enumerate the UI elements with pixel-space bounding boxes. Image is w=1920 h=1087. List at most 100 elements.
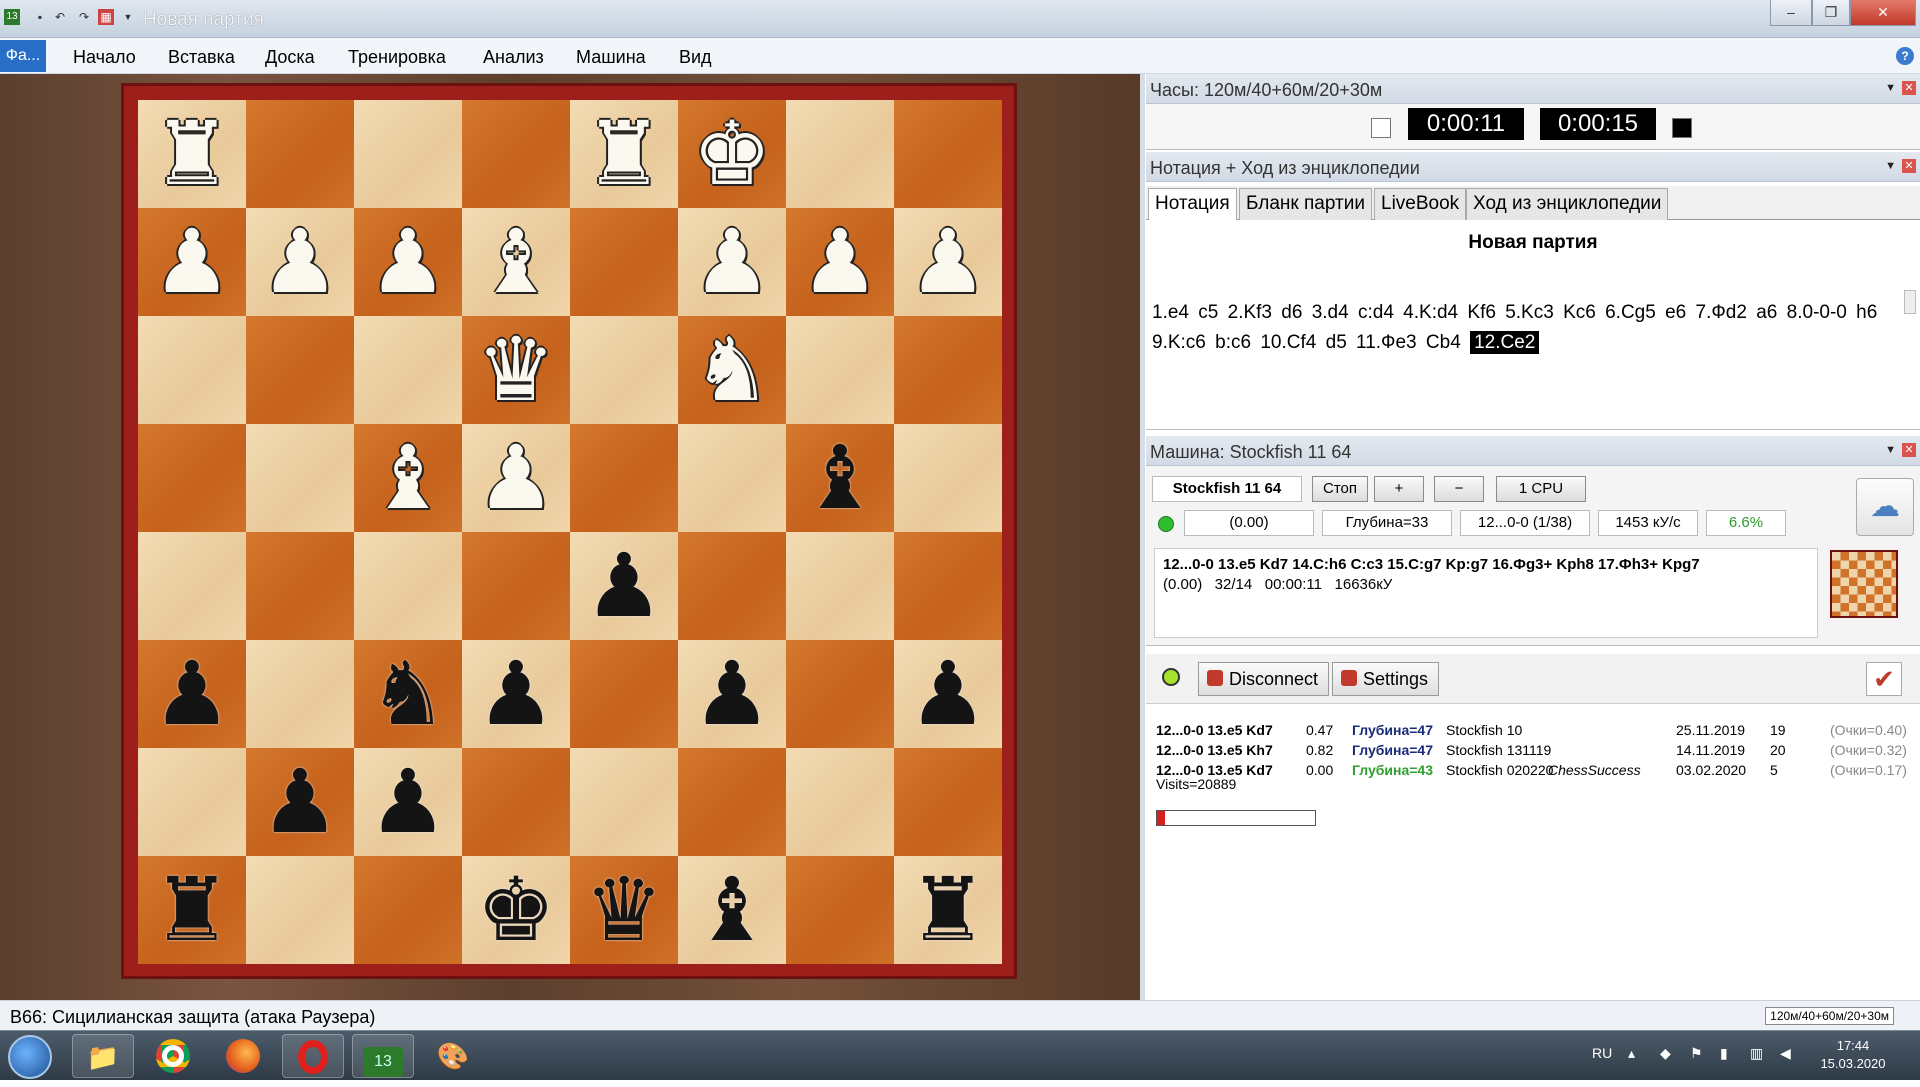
flag-icon[interactable]: ⚑ [1690, 1045, 1703, 1062]
board-square[interactable]: ♚ [462, 856, 570, 964]
move[interactable]: b:c6 [1215, 332, 1251, 353]
black-knight-piece[interactable]: ♞ [369, 650, 448, 738]
white-pawn-piece[interactable]: ♟ [477, 434, 556, 522]
white-rook-piece[interactable]: ♜ [153, 110, 232, 198]
maximize-button[interactable]: ❐ [1812, 0, 1850, 26]
white-pawn-piece[interactable]: ♟ [693, 218, 772, 306]
move[interactable]: 8.0-0-0 [1787, 302, 1847, 323]
white-pawn-piece[interactable]: ♟ [909, 218, 988, 306]
board-square[interactable]: ♛ [462, 316, 570, 424]
system-clock[interactable]: 17:44 15.03.2020 [1818, 1037, 1888, 1073]
white-knight-piece[interactable]: ♞ [693, 326, 772, 414]
board-square[interactable] [246, 856, 354, 964]
board-square[interactable]: ♟ [246, 748, 354, 856]
move[interactable]: 11.Фe3 [1356, 332, 1417, 353]
remove-line-button[interactable]: − [1434, 476, 1484, 502]
white-pawn-piece[interactable]: ♟ [153, 218, 232, 306]
tab-scoresheet[interactable]: Бланк партии [1239, 188, 1372, 220]
board-square[interactable] [354, 100, 462, 208]
panel-splitter[interactable] [1140, 74, 1145, 1000]
board-square[interactable] [894, 316, 1002, 424]
checkmark-icon[interactable]: ✔ [1866, 662, 1902, 696]
undo-icon[interactable]: ↶ [52, 9, 68, 25]
board-square[interactable] [138, 316, 246, 424]
board-square[interactable] [246, 316, 354, 424]
tab-opening-book[interactable]: Ход из энциклопедии [1466, 188, 1669, 220]
board-square[interactable] [570, 640, 678, 748]
board-square[interactable]: ♟ [570, 532, 678, 640]
board-square[interactable]: ♜ [138, 856, 246, 964]
chrome-icon[interactable] [142, 1034, 204, 1078]
board-square[interactable] [462, 748, 570, 856]
board-square[interactable] [570, 316, 678, 424]
black-pawn-piece[interactable]: ♟ [153, 650, 232, 738]
black-rook-piece[interactable]: ♜ [909, 866, 988, 954]
board-square[interactable] [354, 316, 462, 424]
tray-icon-1[interactable]: ▴ [1628, 1045, 1635, 1062]
menu-analysis[interactable]: Анализ [483, 47, 544, 68]
chevron-down-icon[interactable]: ▼ [1885, 444, 1896, 456]
file-menu-button[interactable]: Фа... [0, 40, 46, 72]
board-square[interactable]: ♝ [462, 208, 570, 316]
move[interactable]: c5 [1198, 302, 1218, 323]
network-icon[interactable]: ▥ [1750, 1045, 1763, 1062]
board-square[interactable] [246, 532, 354, 640]
board-square[interactable] [786, 640, 894, 748]
current-move[interactable]: 12.Ce2 [1470, 331, 1540, 354]
board-square[interactable] [786, 316, 894, 424]
board-square[interactable]: ♟ [246, 208, 354, 316]
engine-pv[interactable]: 12...0-0 13.e5 Kd7 14.C:h6 C:c3 15.C:g7 … [1154, 548, 1818, 638]
white-pawn-piece[interactable]: ♟ [369, 218, 448, 306]
black-pawn-piece[interactable]: ♟ [693, 650, 772, 738]
tab-notation[interactable]: Нотация [1148, 188, 1237, 221]
cloud-icon[interactable]: ☁ [1856, 478, 1914, 536]
usb-icon[interactable]: ▮ [1720, 1045, 1728, 1062]
board-square[interactable]: ♝ [354, 424, 462, 532]
move[interactable]: 1.e4 [1152, 302, 1189, 323]
mini-board-thumbnail[interactable] [1830, 550, 1898, 618]
move[interactable]: Kf6 [1467, 302, 1496, 323]
close-icon[interactable]: ✕ [1902, 159, 1916, 173]
board-square[interactable]: ♞ [678, 316, 786, 424]
menu-home[interactable]: Начало [73, 47, 136, 68]
close-icon[interactable]: ✕ [1902, 81, 1916, 95]
move[interactable]: Cb4 [1426, 332, 1461, 353]
board-square[interactable]: ♟ [138, 208, 246, 316]
white-rook-piece[interactable]: ♜ [585, 110, 664, 198]
minimize-button[interactable]: ‒ [1770, 0, 1812, 26]
board-square[interactable]: ♟ [894, 640, 1002, 748]
black-queen-piece[interactable]: ♛ [585, 866, 664, 954]
add-line-button[interactable]: + [1374, 476, 1424, 502]
move[interactable]: 9.K:c6 [1152, 332, 1206, 353]
black-pawn-piece[interactable]: ♟ [477, 650, 556, 738]
board-square[interactable]: ♟ [354, 748, 462, 856]
move[interactable]: Kc6 [1563, 302, 1596, 323]
language-indicator[interactable]: RU [1592, 1045, 1612, 1061]
white-bishop-piece[interactable]: ♝ [369, 434, 448, 522]
white-king-piece[interactable]: ♚ [693, 110, 772, 198]
paint-icon[interactable]: 🎨 [422, 1034, 484, 1078]
tray-icon-2[interactable]: ◆ [1660, 1045, 1671, 1062]
menu-training[interactable]: Тренировка [348, 47, 446, 68]
board-square[interactable] [894, 532, 1002, 640]
board-square[interactable] [786, 856, 894, 964]
board-square[interactable]: ♟ [462, 424, 570, 532]
move[interactable]: d5 [1326, 332, 1347, 353]
move[interactable]: 6.Cg5 [1605, 302, 1656, 323]
volume-icon[interactable]: ◀ [1780, 1045, 1791, 1062]
board-square[interactable]: ♞ [354, 640, 462, 748]
chess-board[interactable]: ♜ ♜ ♚ ♟ ♟ ♟ ♝ ♟ ♟ ♟ ♛ ♞ ♝ ♟ ♝ ♟ ♟ ♞ ♟ ♟ ♟ ♟ ♟ ♜ ♚ ♛ ♝ ♜ [138, 100, 1002, 964]
black-bishop-piece[interactable]: ♝ [801, 434, 880, 522]
redo-icon[interactable]: ↷ [76, 9, 92, 25]
board-square[interactable]: ♟ [894, 208, 1002, 316]
board-square[interactable] [894, 424, 1002, 532]
board-square[interactable]: ♜ [894, 856, 1002, 964]
board-square[interactable] [894, 100, 1002, 208]
board-square[interactable] [786, 532, 894, 640]
white-queen-piece[interactable]: ♛ [477, 326, 556, 414]
save-icon[interactable]: ▪ [32, 9, 48, 25]
move[interactable]: 10.Cf4 [1260, 332, 1316, 353]
board-square[interactable]: ♟ [678, 208, 786, 316]
board-square[interactable]: ♜ [570, 100, 678, 208]
move[interactable]: c:d4 [1358, 302, 1394, 323]
